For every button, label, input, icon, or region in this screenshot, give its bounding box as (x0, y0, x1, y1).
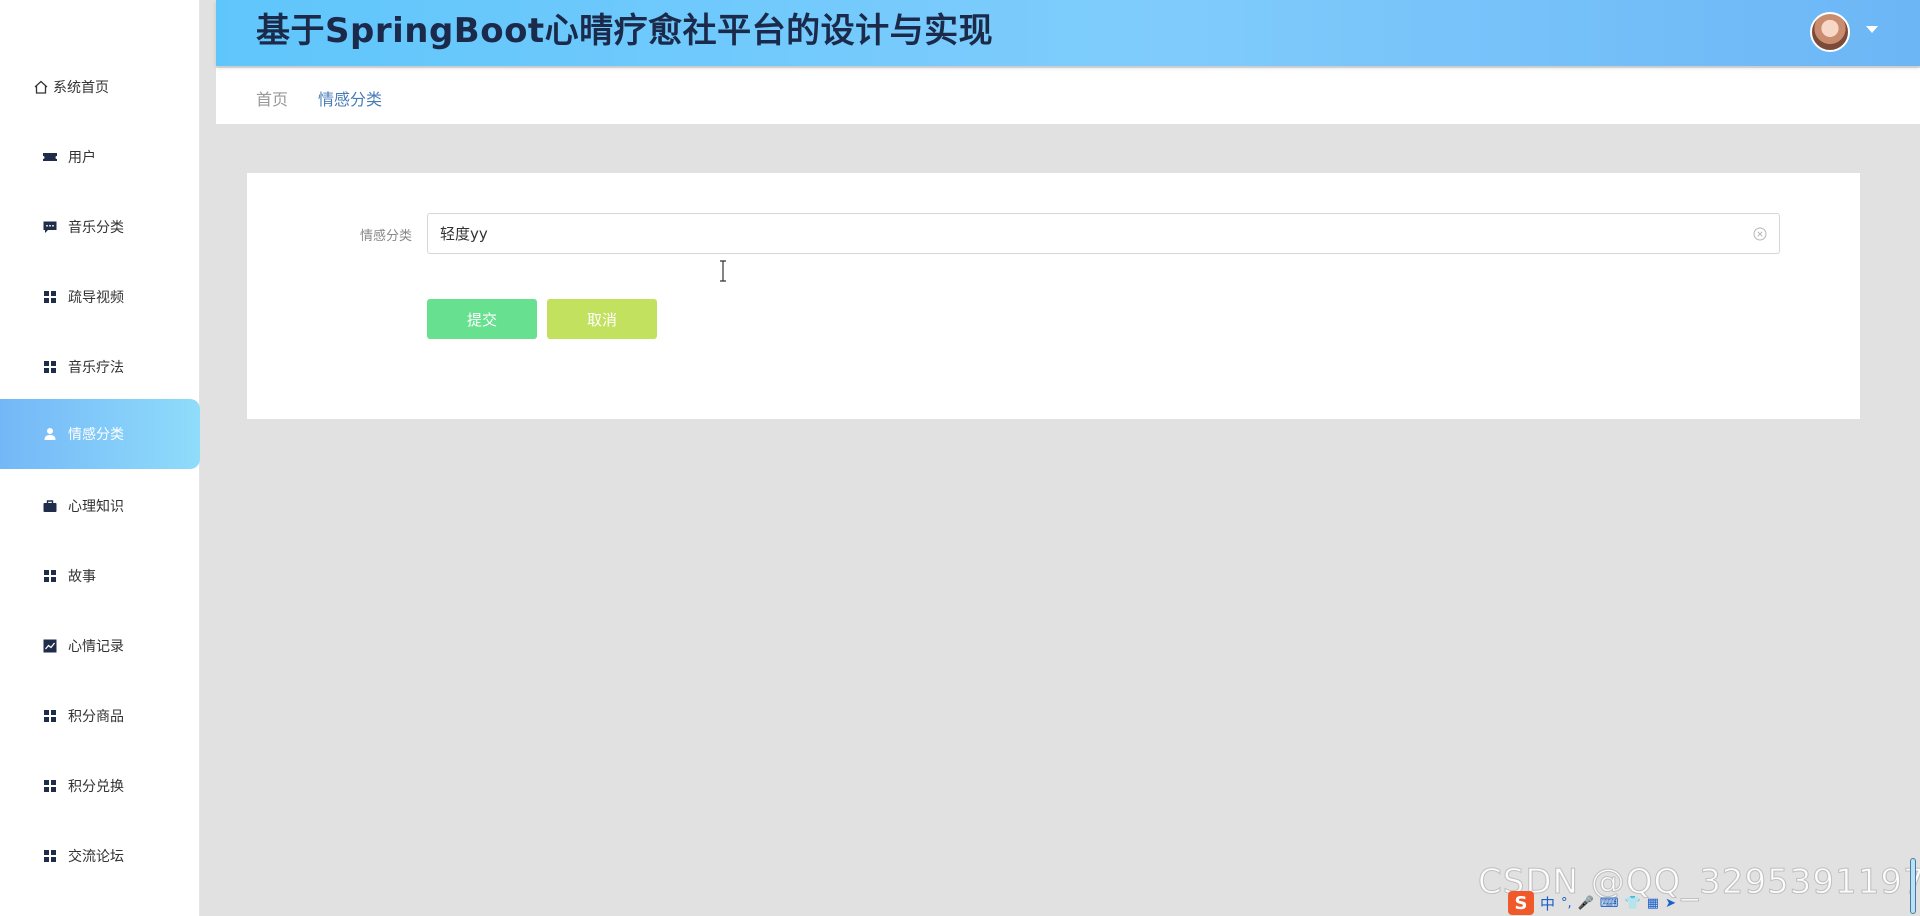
top-header: 基于SpringBoot心晴疗愈社平台的设计与实现 (216, 0, 1920, 66)
ticket-icon (42, 149, 58, 165)
submit-button[interactable]: 提交 (427, 299, 537, 339)
emotion-category-label: 情感分类 (360, 229, 413, 244)
skin-icon[interactable]: 👕 (1625, 896, 1641, 911)
sidebar-item-label: 积分兑换 (68, 779, 124, 795)
sidebar-item-points-exchange[interactable]: 积分兑换 (0, 751, 200, 821)
caret-down-icon[interactable] (1866, 26, 1878, 33)
sidebar-item-label: 系统首页 (53, 80, 109, 96)
user-icon (42, 426, 58, 442)
chart-icon (42, 638, 58, 654)
sidebar-item-label: 音乐分类 (68, 220, 124, 236)
toolbox-icon[interactable]: ▦ (1647, 896, 1659, 911)
comment-icon (42, 219, 58, 235)
more-icon[interactable]: ➤ (1665, 896, 1676, 911)
form-panel: 情感分类 提交 取消 (247, 173, 1860, 419)
breadcrumb: 首页 情感分类 (256, 86, 382, 110)
clear-icon[interactable] (1753, 227, 1767, 241)
grid-icon (42, 289, 58, 305)
cancel-button[interactable]: 取消 (547, 299, 657, 339)
sidebar-item-home[interactable]: 系统首页 (0, 52, 200, 122)
thermometer-icon (1910, 858, 1916, 914)
sidebar-item-label: 疏导视频 (68, 290, 124, 306)
sidebar-item-label: 心理知识 (68, 499, 124, 515)
grid-icon (42, 708, 58, 724)
microphone-icon[interactable]: 🎤 (1578, 896, 1594, 911)
sidebar-item-label: 故事 (68, 569, 96, 585)
emotion-category-input[interactable] (428, 214, 1779, 253)
ime-toolbar: S 中 °, 🎤 ⌨ 👕 ▦ ➤ (1504, 890, 1704, 916)
sidebar-item-label: 情感分类 (68, 427, 124, 443)
sidebar-item-label: 用户 (68, 150, 96, 166)
sidebar-item-psychology-knowledge[interactable]: 心理知识 (0, 471, 200, 541)
sidebar-item-guidance-video[interactable]: 疏导视频 (0, 262, 200, 332)
ime-logo-icon[interactable]: S (1508, 891, 1534, 915)
sidebar-item-music-category[interactable]: 音乐分类 (0, 192, 200, 262)
sidebar-item-label: 心情记录 (68, 639, 124, 655)
breadcrumb-current: 情感分类 (318, 90, 383, 109)
sidebar-item-label: 交流论坛 (68, 849, 124, 865)
avatar[interactable] (1810, 12, 1850, 52)
emotion-category-field (427, 213, 1780, 282)
sidebar: 系统首页 用户 音乐分类 疏导视频 音乐疗法 情感分类 心理知识 故事 心情记录… (0, 0, 200, 916)
grid-icon (42, 568, 58, 584)
sidebar-item-emotion-category[interactable]: 情感分类 (0, 399, 200, 469)
keyboard-icon[interactable]: ⌨ (1600, 896, 1619, 911)
sidebar-item-stories[interactable]: 故事 (0, 541, 200, 611)
sidebar-item-mood-records[interactable]: 心情记录 (0, 611, 200, 681)
ime-mode[interactable]: 中 (1540, 893, 1555, 914)
sidebar-item-points-goods[interactable]: 积分商品 (0, 681, 200, 751)
text-cursor-icon (720, 260, 726, 282)
briefcase-icon (42, 498, 58, 514)
sidebar-item-label: 音乐疗法 (68, 360, 124, 376)
sidebar-item-forum[interactable]: 交流论坛 (0, 821, 200, 891)
grid-icon (42, 848, 58, 864)
sidebar-item-music-therapy[interactable]: 音乐疗法 (0, 332, 200, 402)
breadcrumb-home[interactable]: 首页 (256, 86, 288, 110)
punctuation-icon[interactable]: °, (1561, 896, 1572, 911)
breadcrumb-bar: 首页 情感分类 (216, 68, 1920, 124)
sidebar-item-label: 积分商品 (68, 709, 124, 725)
sidebar-item-users[interactable]: 用户 (0, 122, 200, 192)
home-icon (33, 79, 49, 95)
grid-icon (42, 778, 58, 794)
grid-icon (42, 359, 58, 375)
page-title: 基于SpringBoot心晴疗愈社平台的设计与实现 (256, 11, 994, 51)
